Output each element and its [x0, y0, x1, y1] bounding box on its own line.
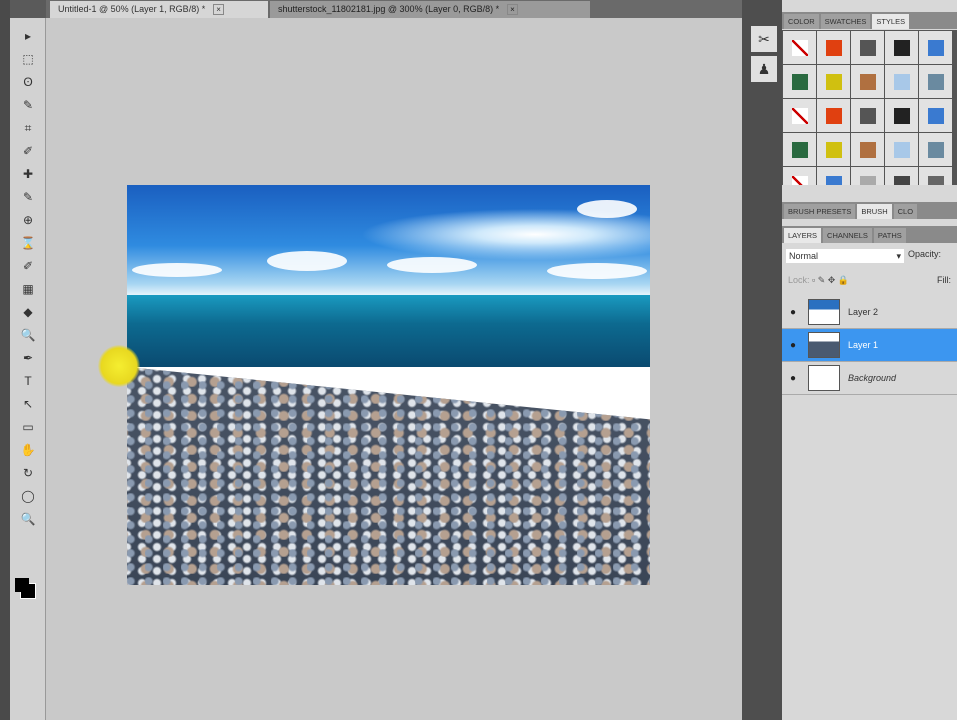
layer-row-layer-2[interactable]: ● Layer 2 — [782, 296, 957, 329]
style-swatch[interactable] — [817, 133, 850, 166]
tool-icon[interactable]: ✚ — [20, 166, 36, 182]
style-swatch[interactable] — [783, 167, 816, 185]
style-swatch[interactable] — [817, 167, 850, 185]
style-swatch[interactable] — [919, 31, 952, 64]
document-canvas[interactable] — [127, 185, 650, 585]
layer-thumbnail — [808, 365, 840, 391]
tool-icon[interactable]: ↖ — [20, 396, 36, 412]
eye-icon[interactable]: ● — [782, 373, 804, 384]
style-swatch[interactable] — [919, 99, 952, 132]
style-swatch[interactable] — [851, 65, 884, 98]
tab-color[interactable]: Color — [784, 14, 819, 29]
style-swatch[interactable] — [817, 99, 850, 132]
style-swatch[interactable] — [885, 133, 918, 166]
tool-icon[interactable]: ◯ — [20, 488, 36, 504]
tool-icon[interactable]: ✒ — [20, 350, 36, 366]
chevron-down-icon: ▾ — [896, 251, 901, 261]
tool-icon[interactable]: ✐ — [20, 258, 36, 274]
tab-untitled-1[interactable]: Untitled-1 @ 50% (Layer 1, RGB/8) * × — [50, 1, 268, 18]
tool-icon[interactable]: ▦ — [20, 281, 36, 297]
tab-label: Untitled-1 @ 50% (Layer 1, RGB/8) * — [58, 4, 206, 14]
tab-brush-presets[interactable]: Brush Presets — [784, 204, 856, 219]
style-swatch[interactable] — [885, 31, 918, 64]
tool-icon[interactable]: 🔍 — [20, 511, 36, 527]
layers-tabs: Layers Channels Paths — [782, 226, 957, 243]
tool-icon[interactable]: 🔍 — [20, 327, 36, 343]
tab-layers[interactable]: Layers — [784, 228, 822, 243]
layer-name: Layer 2 — [848, 307, 879, 317]
blend-mode-select[interactable]: Normal ▾ — [786, 249, 904, 263]
style-swatch[interactable] — [885, 99, 918, 132]
tool-icon[interactable]: ▭ — [20, 419, 36, 435]
tool-icon[interactable]: ▸ — [20, 28, 36, 44]
tool-icon[interactable]: ✋ — [20, 442, 36, 458]
tool-icon[interactable]: T — [20, 373, 36, 389]
blend-mode-value: Normal — [789, 251, 819, 261]
style-swatch[interactable] — [783, 65, 816, 98]
layer-row-background[interactable]: ● Background — [782, 362, 957, 395]
brush-tabs: Brush Presets Brush Clo — [782, 202, 957, 219]
tab-swatches[interactable]: Swatches — [820, 14, 871, 29]
tool-icon[interactable]: ✐ — [20, 143, 36, 159]
layer-row-layer-1[interactable]: ● Layer 1 — [782, 329, 957, 362]
document-tab-bar: Untitled-1 @ 50% (Layer 1, RGB/8) * × shu… — [46, 0, 742, 18]
layer-name: Layer 1 — [848, 340, 879, 350]
clone-source-icon[interactable]: ♟ — [751, 56, 777, 82]
style-swatch[interactable] — [783, 99, 816, 132]
panel-dock — [742, 0, 782, 720]
fill-label: Fill: — [937, 275, 951, 285]
style-swatch[interactable] — [851, 99, 884, 132]
tab-label: shutterstock_11802181.jpg @ 300% (Layer … — [278, 4, 500, 14]
tab-clone[interactable]: Clo — [893, 204, 918, 219]
styles-tabs: Color Swatches Styles — [782, 12, 957, 29]
tab-styles[interactable]: Styles — [872, 14, 910, 29]
style-swatch[interactable] — [851, 133, 884, 166]
style-swatch[interactable] — [885, 167, 918, 185]
tool-icon[interactable]: ⊕ — [20, 212, 36, 228]
style-swatch[interactable] — [783, 133, 816, 166]
style-swatch[interactable] — [919, 167, 952, 185]
sky-image — [127, 185, 650, 295]
tool-icon[interactable]: ⌗ — [20, 120, 36, 136]
close-icon[interactable]: × — [507, 4, 518, 15]
tools-panel: ▸ ⬚ ʘ ✎ ⌗ ✐ ✚ ✎ ⊕ ⌛ ✐ ▦ ◆ 🔍 ✒ T ↖ ▭ ✋ ↻ ◯ 🔍 — [10, 18, 46, 720]
tab-paths[interactable]: Paths — [873, 228, 906, 243]
style-swatch[interactable] — [919, 133, 952, 166]
style-swatch[interactable] — [851, 167, 884, 185]
left-edge — [0, 0, 10, 720]
right-panels: Color Swatches Styles Brush Presets Brus… — [782, 0, 957, 720]
lock-icons[interactable]: ▫ ✎ ✥ 🔒 — [812, 275, 849, 285]
tab-channels[interactable]: Channels — [823, 228, 872, 243]
style-swatch[interactable] — [919, 65, 952, 98]
tool-icon[interactable]: ✎ — [20, 189, 36, 205]
close-icon[interactable]: × — [213, 4, 224, 15]
styles-grid — [782, 30, 957, 185]
tool-icon[interactable]: ʘ — [20, 74, 36, 90]
eye-icon[interactable]: ● — [782, 340, 804, 351]
style-swatch[interactable] — [885, 65, 918, 98]
layer-thumbnail — [808, 299, 840, 325]
color-swatches[interactable] — [15, 578, 29, 592]
tab-brush[interactable]: Brush — [857, 204, 892, 219]
tool-icon[interactable]: ◆ — [20, 304, 36, 320]
tool-presets-icon[interactable]: ✂ — [751, 26, 777, 52]
tool-icon[interactable]: ✎ — [20, 97, 36, 113]
style-swatch[interactable] — [817, 31, 850, 64]
lock-label: Lock: — [788, 275, 810, 285]
style-swatch[interactable] — [817, 65, 850, 98]
eye-icon[interactable]: ● — [782, 307, 804, 318]
tool-icon[interactable]: ⌛ — [20, 235, 36, 251]
cursor-highlight — [98, 345, 140, 387]
layer-name: Background — [848, 373, 897, 383]
sea-image — [127, 295, 650, 367]
style-swatch[interactable] — [851, 31, 884, 64]
layer-thumbnail — [808, 332, 840, 358]
tool-icon[interactable]: ⬚ — [20, 51, 36, 67]
pebbles-layer — [127, 367, 650, 585]
opacity-label: Opacity: — [908, 249, 942, 259]
tab-shutterstock[interactable]: shutterstock_11802181.jpg @ 300% (Layer … — [270, 1, 590, 18]
tool-icon[interactable]: ↻ — [20, 465, 36, 481]
style-swatch[interactable] — [783, 31, 816, 64]
